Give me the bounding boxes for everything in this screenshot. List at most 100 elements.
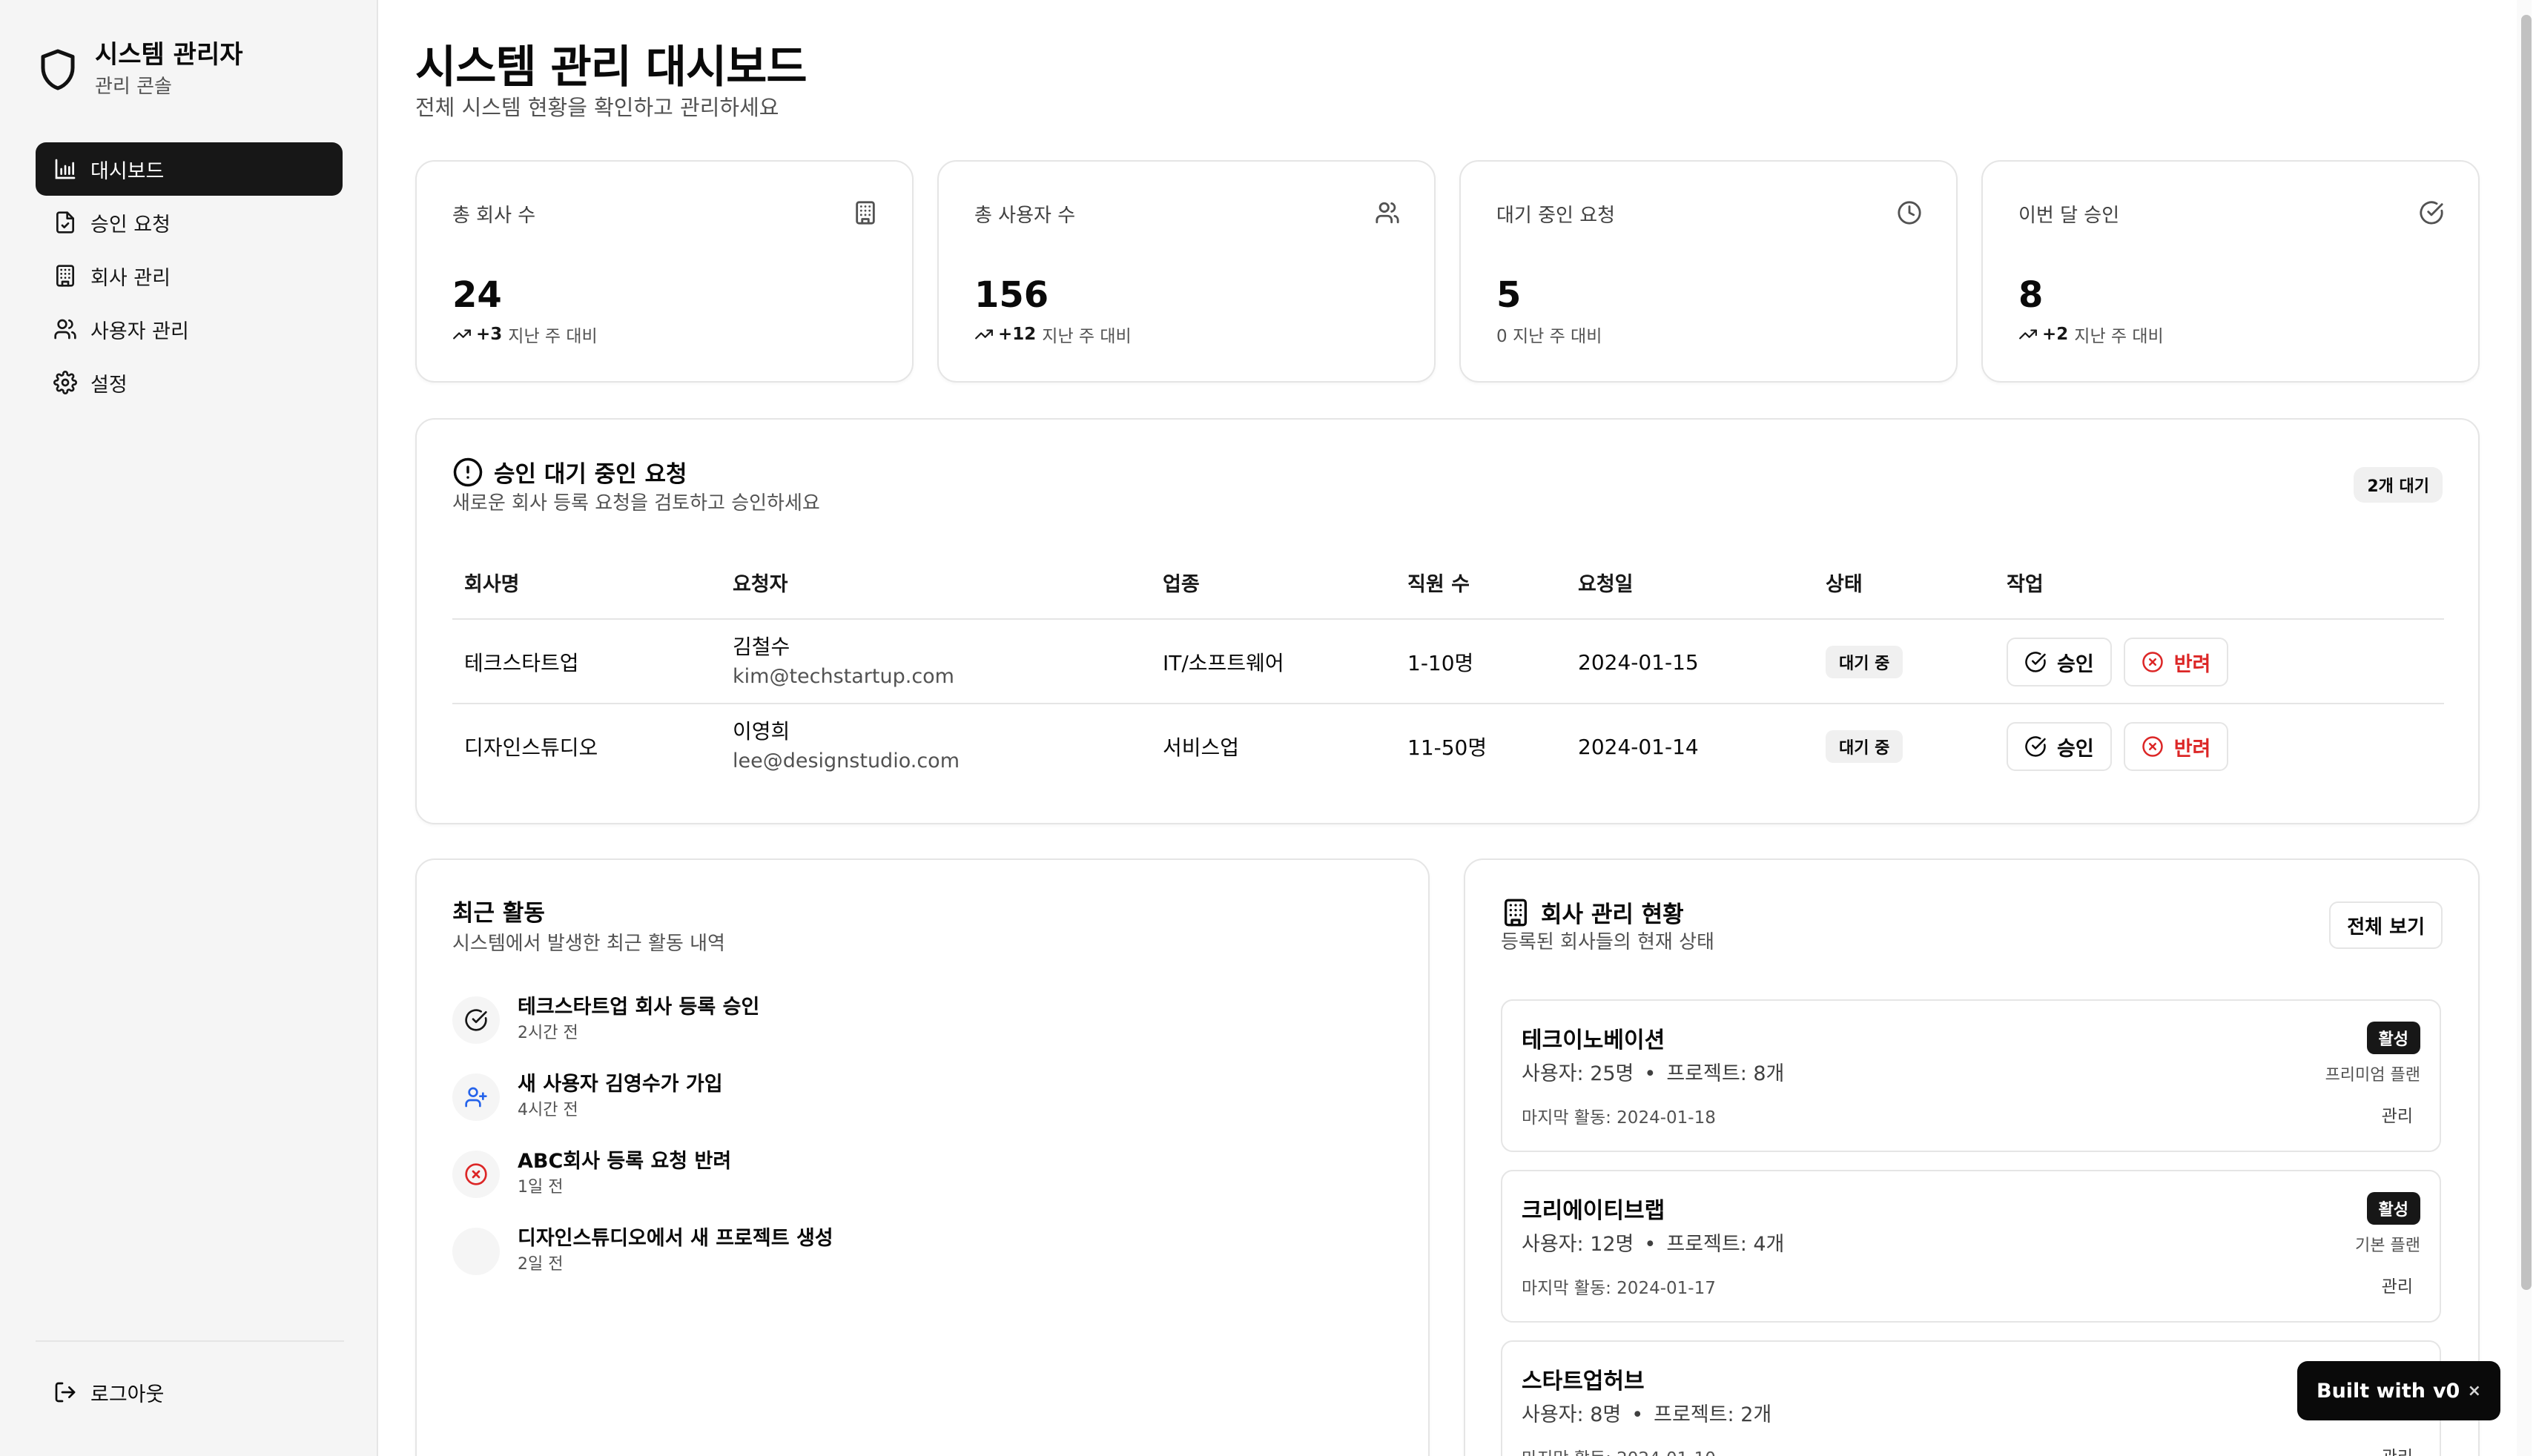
- recent-subtitle: 시스템에서 발생한 최근 활동 내역: [452, 933, 725, 955]
- column-header: 회사명: [464, 573, 520, 596]
- recent-title: 최근 활동: [452, 900, 545, 927]
- activity-item: 테크스타트업 회사 등록 승인 2시간 전: [452, 993, 759, 1045]
- stat-delta-text: 지난 주 대비: [2074, 327, 2164, 346]
- approve-label: 승인: [2057, 737, 2094, 761]
- reject-label: 반려: [2173, 737, 2211, 761]
- pending-subtitle: 새로운 회사 등록 요청을 검토하고 승인하세요: [452, 492, 820, 514]
- activity-time: 4시간 전: [518, 1101, 578, 1119]
- pending-requests-card: 승인 대기 중인 요청 새로운 회사 등록 요청을 검토하고 승인하세요 2개 …: [415, 418, 2480, 824]
- industry-cell: 서비스업: [1163, 735, 1240, 760]
- logout-icon: [55, 1382, 76, 1403]
- toast-text: Built with: [2317, 1379, 2426, 1403]
- activity-time: 1일 전: [518, 1178, 564, 1197]
- activity-title: ABC회사 등록 요청 반려: [518, 1150, 732, 1173]
- activity-title: 테크스타트업 회사 등록 승인: [518, 996, 760, 1019]
- check-circle-icon: [2025, 652, 2046, 672]
- recent-activity-card: 최근 활동 시스템에서 발생한 최근 활동 내역 테크스타트업 회사 등록 승인…: [415, 858, 1430, 1456]
- approve-label: 승인: [2057, 652, 2094, 676]
- company-projects: 프로젝트: 2개: [1654, 1403, 1772, 1426]
- brand-subtitle: 관리 콘솔: [95, 76, 172, 98]
- stat-value: 156: [974, 274, 1049, 316]
- company-projects: 프로젝트: 4개: [1666, 1233, 1785, 1256]
- company-last-activity: 마지막 활동: 2024-01-10: [1522, 1444, 1716, 1456]
- users-icon: [1376, 202, 1399, 224]
- alert-circle-icon: [453, 457, 483, 486]
- company-title: 회사 관리 현황: [1541, 901, 1684, 928]
- employees-cell: 11-50명: [1407, 735, 1487, 760]
- v0-logo: v0: [2432, 1379, 2460, 1403]
- company-header: 회사 관리 현황: [1501, 896, 1684, 929]
- company-cell: 디자인스튜디오: [464, 735, 598, 760]
- stat-label: 이번 달 승인: [2018, 205, 2120, 227]
- company-meta: 사용자: 12명 • 프로젝트: 4개: [1522, 1233, 1785, 1256]
- page-subtitle: 전체 시스템 현황을 확인하고 관리하세요: [415, 95, 779, 120]
- column-header: 상태: [1826, 573, 1863, 596]
- pending-table: 회사명 요청자 업종 직원 수 요청일 상태 작업 테크스타트업 김철수 kim…: [452, 550, 2444, 789]
- status-cell: 대기 중: [1826, 704, 1903, 789]
- activity-time: 2시간 전: [518, 1024, 578, 1042]
- manage-link[interactable]: 관리: [2382, 1102, 2413, 1127]
- stat-delta-value: +12: [998, 325, 1037, 344]
- manage-link[interactable]: 관리: [2382, 1272, 2413, 1297]
- stat-card-users: 총 사용자 수 156 +12 지난 주 대비: [937, 160, 1436, 383]
- activity-icon-wrap: [452, 996, 500, 1044]
- activity-item: ABC회사 등록 요청 반려 1일 전: [452, 1148, 731, 1199]
- logout-button[interactable]: 로그아웃: [36, 1366, 343, 1419]
- sidebar-item-approvals[interactable]: 승인 요청: [36, 196, 343, 249]
- company-name: 크리에이티브랩: [1522, 1198, 1665, 1224]
- check-circle-icon: [2420, 201, 2443, 225]
- column-header: 작업: [2007, 573, 2044, 596]
- stat-delta: 0 지난 주 대비: [1496, 322, 1602, 347]
- approve-button[interactable]: 승인: [2007, 638, 2112, 686]
- manage-link[interactable]: 관리: [2382, 1443, 2413, 1456]
- reject-button[interactable]: 반려: [2123, 722, 2229, 771]
- date-cell: 2024-01-15: [1578, 649, 1699, 675]
- company-name: 스타트업허브: [1522, 1369, 1645, 1394]
- status-badge: 대기 중: [1826, 646, 1903, 678]
- check-circle-icon: [2025, 736, 2046, 757]
- stat-value: 8: [2018, 274, 2044, 316]
- activity-icon-wrap: [452, 1073, 500, 1121]
- view-all-button[interactable]: 전체 보기: [2329, 901, 2443, 949]
- requester-email: lee@designstudio.com: [733, 749, 960, 772]
- trending-up-icon: [2019, 329, 2037, 340]
- page-title: 시스템 관리 대시보드: [415, 42, 808, 93]
- building-icon: [1505, 899, 1527, 926]
- status-badge: 활성: [2366, 1192, 2420, 1225]
- column-header: 요청자: [733, 573, 788, 596]
- users-icon: [54, 319, 76, 340]
- company-item[interactable]: 크리에이티브랩 사용자: 12명 • 프로젝트: 4개 마지막 활동: 2024-0…: [1501, 1170, 2441, 1323]
- sidebar-item-settings[interactable]: 설정: [36, 356, 343, 409]
- pending-header: 승인 대기 중인 요청: [452, 455, 687, 489]
- clock-icon: [1898, 201, 1921, 225]
- reject-button[interactable]: 반려: [2123, 638, 2229, 686]
- company-item[interactable]: 테크이노베이션 사용자: 25명 • 프로젝트: 8개 마지막 활동: 2024-0…: [1501, 999, 2441, 1152]
- company-cell: 테크스타트업: [464, 651, 579, 675]
- column-header: 직원 수: [1407, 573, 1470, 596]
- actions-cell: 승인 반려: [2007, 704, 2240, 789]
- approve-button[interactable]: 승인: [2007, 722, 2112, 771]
- stat-delta-text: 지난 주 대비: [1042, 327, 1132, 346]
- table-row: 디자인스튜디오 이영희 lee@designstudio.com 서비스업 11…: [452, 704, 2444, 789]
- stat-delta-value: +3: [476, 325, 503, 344]
- sidebar-item-companies[interactable]: 회사 관리: [36, 249, 343, 302]
- sidebar-item-dashboard[interactable]: 대시보드: [36, 142, 343, 196]
- scrollbar-thumb[interactable]: [2521, 15, 2532, 1290]
- actions-cell: 승인 반려: [2007, 620, 2240, 704]
- company-projects: 프로젝트: 8개: [1666, 1062, 1785, 1085]
- stat-delta-text: 0 지난 주 대비: [1496, 327, 1602, 346]
- sidebar-divider: [36, 1340, 344, 1342]
- sidebar-item-label: 승인 요청: [90, 213, 171, 236]
- built-with-v0-badge[interactable]: Built with v0 ×: [2297, 1361, 2500, 1420]
- table-header: 회사명 요청자 업종 직원 수 요청일 상태 작업: [452, 550, 2444, 620]
- column-header: 요청일: [1578, 573, 1634, 596]
- main-content: 시스템 관리 대시보드 전체 시스템 현황을 확인하고 관리하세요 총 회사 수…: [380, 0, 2514, 1456]
- sidebar-item-users[interactable]: 사용자 관리: [36, 302, 343, 356]
- user-plus-icon: [465, 1087, 487, 1108]
- employees-cell: 1-10명: [1407, 651, 1474, 675]
- building-icon: [856, 201, 875, 225]
- close-icon[interactable]: ×: [2468, 1382, 2481, 1400]
- brand-title: 시스템 관리자: [95, 40, 243, 70]
- sidebar-nav: 대시보드 승인 요청 회사 관리 사용자 관리 설정: [36, 142, 343, 409]
- requester-cell: 이영희 lee@designstudio.com: [733, 704, 960, 789]
